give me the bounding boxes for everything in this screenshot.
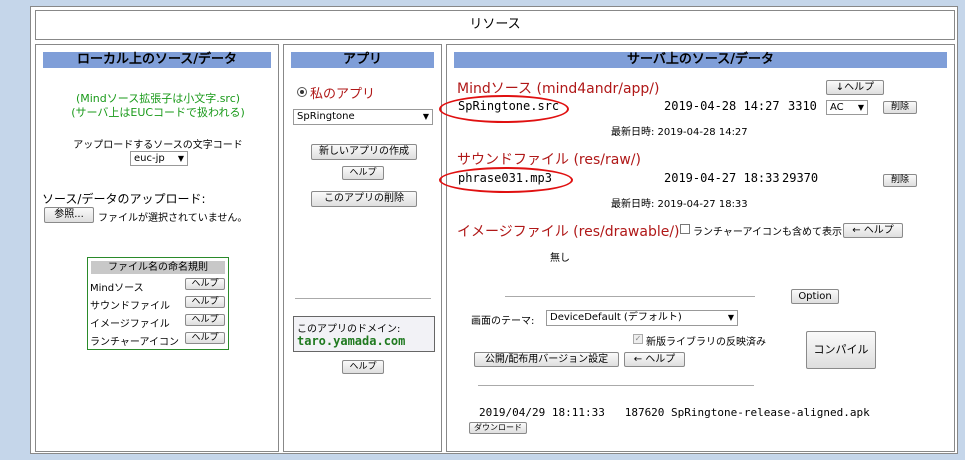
naming-label-launcher: ランチャーアイコン [90, 337, 179, 348]
launcher-checkbox-label: ランチャーアイコンも含めて表示 [693, 227, 842, 238]
note-line-2: (サーバ上はEUCコードで扱われる) [71, 106, 245, 119]
newlib-checkbox[interactable]: ✓ [633, 334, 643, 344]
chevron-down-icon: ▼ [422, 112, 429, 121]
chevron-down-icon: ▼ [857, 103, 864, 112]
encoding-value: euc-jp [134, 153, 165, 164]
naming-label-mind: Mindソース [90, 283, 144, 294]
theme-value: DeviceDefault (デフォルト) [550, 312, 682, 323]
domain-box: このアプリのドメイン: taro.yamada.com [293, 316, 435, 352]
encoding-label: アップロードするソースの文字コード [73, 140, 243, 151]
mind-latest-date: 最新日時: 2019-04-28 14:27 [611, 127, 748, 138]
server-header: サーバ上のソース/データ [454, 52, 947, 68]
local-panel: ローカル上のソース/データ (Mindソース拡張子は小文字.src) (サーバ上… [35, 44, 279, 452]
upload-label: ソース/データのアップロード: [42, 192, 206, 206]
chevron-down-icon: ▼ [727, 313, 734, 322]
delete-app-button[interactable]: このアプリの削除 [311, 191, 417, 207]
theme-label: 画面のテーマ: [471, 316, 535, 327]
help-button-mind[interactable]: ヘルプ [185, 278, 225, 290]
app-select[interactable]: SpRingtone ▼ [293, 109, 433, 125]
image-heading: イメージファイル (res/drawable/) [457, 224, 680, 240]
sound-latest-date: 最新日時: 2019-04-27 18:33 [611, 199, 748, 210]
top-help-button[interactable]: ↓ヘルプ [826, 80, 884, 95]
mind-encoding-select[interactable]: AC ▼ [826, 100, 868, 115]
divider [295, 298, 431, 299]
no-file-text: ファイルが選択されていません。 [98, 213, 248, 224]
image-none-text: 無し [550, 253, 570, 264]
download-button[interactable]: ダウンロード [469, 422, 527, 434]
note-line-1: (Mindソース拡張子は小文字.src) [75, 92, 241, 105]
sound-heading: サウンドファイル (res/raw/) [457, 152, 641, 168]
apk-line: 2019/04/29 18:11:33 187620 SpRingtone-re… [479, 406, 870, 419]
app-header: アプリ [291, 52, 434, 68]
theme-select[interactable]: DeviceDefault (デフォルト) ▼ [546, 310, 738, 326]
naming-rules-box: ファイル名の命名規則 Mindソース ヘルプ サウンドファイル ヘルプ イメージ… [87, 257, 229, 350]
my-app-label: 私のアプリ [310, 87, 376, 102]
option-button[interactable]: Option [791, 289, 839, 304]
newlib-checkbox-label: 新版ライブラリの反映済み [646, 337, 766, 348]
domain-help-button[interactable]: ヘルプ [342, 360, 384, 374]
app-panel: アプリ 私のアプリ SpRingtone ▼ 新しいアプリの作成 ヘルプ このアプ… [283, 44, 442, 452]
app-help-button[interactable]: ヘルプ [342, 166, 384, 180]
sound-file-size: 29370 [782, 171, 819, 185]
sound-delete-button[interactable]: 削除 [883, 174, 917, 187]
mind-delete-button[interactable]: 削除 [883, 101, 917, 114]
app-select-value: SpRingtone [297, 111, 355, 122]
publish-help-button[interactable]: ← ヘルプ [624, 352, 685, 367]
server-panel: サーバ上のソース/データ Mindソース (mind4andr/app/) ↓ヘ… [439, 44, 955, 452]
domain-label: このアプリのドメイン: [297, 324, 401, 335]
mind-file-size: 3310 [788, 99, 817, 113]
divider [505, 296, 755, 297]
naming-rules-title: ファイル名の命名規則 [91, 261, 225, 274]
image-help-button[interactable]: ← ヘルプ [843, 223, 903, 238]
radio-dot [300, 90, 304, 94]
naming-label-image: イメージファイル [90, 319, 170, 330]
annotation-circle [439, 95, 569, 123]
mind-encoding-value: AC [830, 102, 844, 113]
domain-value: taro.yamada.com [297, 334, 406, 348]
help-button-image[interactable]: ヘルプ [185, 314, 225, 326]
naming-note: (Mindソース拡張子は小文字.src) (サーバ上はEUCコードで扱われる) [36, 92, 280, 120]
naming-label-sound: サウンドファイル [90, 301, 170, 312]
mind-file-date: 2019-04-28 14:27 [664, 99, 780, 113]
new-app-button[interactable]: 新しいアプリの作成 [311, 144, 417, 160]
compile-button[interactable]: コンパイル [806, 331, 876, 369]
page-title: リソース [469, 17, 521, 32]
publish-settings-button[interactable]: 公開/配布用バージョン設定 [474, 352, 619, 367]
annotation-circle [439, 167, 573, 193]
local-header: ローカル上のソース/データ [43, 52, 271, 68]
help-button-launcher[interactable]: ヘルプ [185, 332, 225, 344]
launcher-checkbox[interactable] [680, 224, 690, 234]
sound-file-date: 2019-04-27 18:33 [664, 171, 780, 185]
divider [478, 385, 754, 386]
chevron-down-icon: ▼ [177, 154, 184, 163]
browse-button[interactable]: 参照... [44, 207, 94, 223]
encoding-select[interactable]: euc-jp ▼ [130, 151, 188, 166]
my-app-radio[interactable] [297, 87, 307, 97]
help-button-sound[interactable]: ヘルプ [185, 296, 225, 308]
title-bar: リソース [35, 10, 955, 40]
